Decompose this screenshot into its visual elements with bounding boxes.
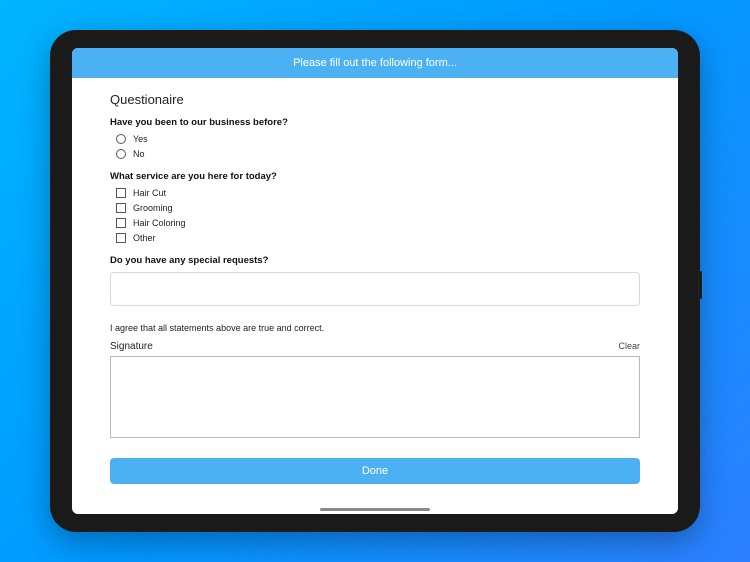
special-requests-input[interactable] bbox=[110, 272, 640, 306]
question-1: Have you been to our business before? Ye… bbox=[110, 117, 640, 159]
option-label: Grooming bbox=[133, 203, 173, 213]
checkbox-option-other[interactable]: Other bbox=[110, 233, 640, 243]
checkbox-option-grooming[interactable]: Grooming bbox=[110, 203, 640, 213]
checkbox-icon bbox=[116, 218, 126, 228]
radio-icon bbox=[116, 134, 126, 144]
signature-label: Signature bbox=[110, 341, 153, 352]
app-screen: Please fill out the following form... Qu… bbox=[72, 48, 678, 514]
checkbox-option-haircut[interactable]: Hair Cut bbox=[110, 188, 640, 198]
signature-header: Signature Clear bbox=[110, 341, 640, 352]
home-indicator bbox=[320, 508, 430, 511]
clear-signature-link[interactable]: Clear bbox=[618, 341, 640, 351]
questionnaire-title: Questionaire bbox=[110, 92, 640, 107]
header-title: Please fill out the following form... bbox=[293, 57, 457, 69]
signature-input[interactable] bbox=[110, 356, 640, 438]
question-3: Do you have any special requests? bbox=[110, 255, 640, 311]
option-label: Hair Cut bbox=[133, 188, 166, 198]
option-label: No bbox=[133, 149, 145, 159]
form-header: Please fill out the following form... bbox=[72, 48, 678, 78]
radio-option-yes[interactable]: Yes bbox=[110, 134, 640, 144]
checkbox-option-haircoloring[interactable]: Hair Coloring bbox=[110, 218, 640, 228]
q3-label: Do you have any special requests? bbox=[110, 255, 640, 266]
q2-label: What service are you here for today? bbox=[110, 171, 640, 182]
form-content: Questionaire Have you been to our busine… bbox=[72, 78, 678, 514]
radio-option-no[interactable]: No bbox=[110, 149, 640, 159]
option-label: Hair Coloring bbox=[133, 218, 186, 228]
done-button[interactable]: Done bbox=[110, 458, 640, 484]
radio-icon bbox=[116, 149, 126, 159]
checkbox-icon bbox=[116, 203, 126, 213]
option-label: Yes bbox=[133, 134, 148, 144]
checkbox-icon bbox=[116, 233, 126, 243]
question-2: What service are you here for today? Hai… bbox=[110, 171, 640, 243]
agreement-text: I agree that all statements above are tr… bbox=[110, 323, 640, 333]
checkbox-icon bbox=[116, 188, 126, 198]
option-label: Other bbox=[133, 233, 156, 243]
tablet-frame: Please fill out the following form... Qu… bbox=[50, 30, 700, 532]
q1-label: Have you been to our business before? bbox=[110, 117, 640, 128]
